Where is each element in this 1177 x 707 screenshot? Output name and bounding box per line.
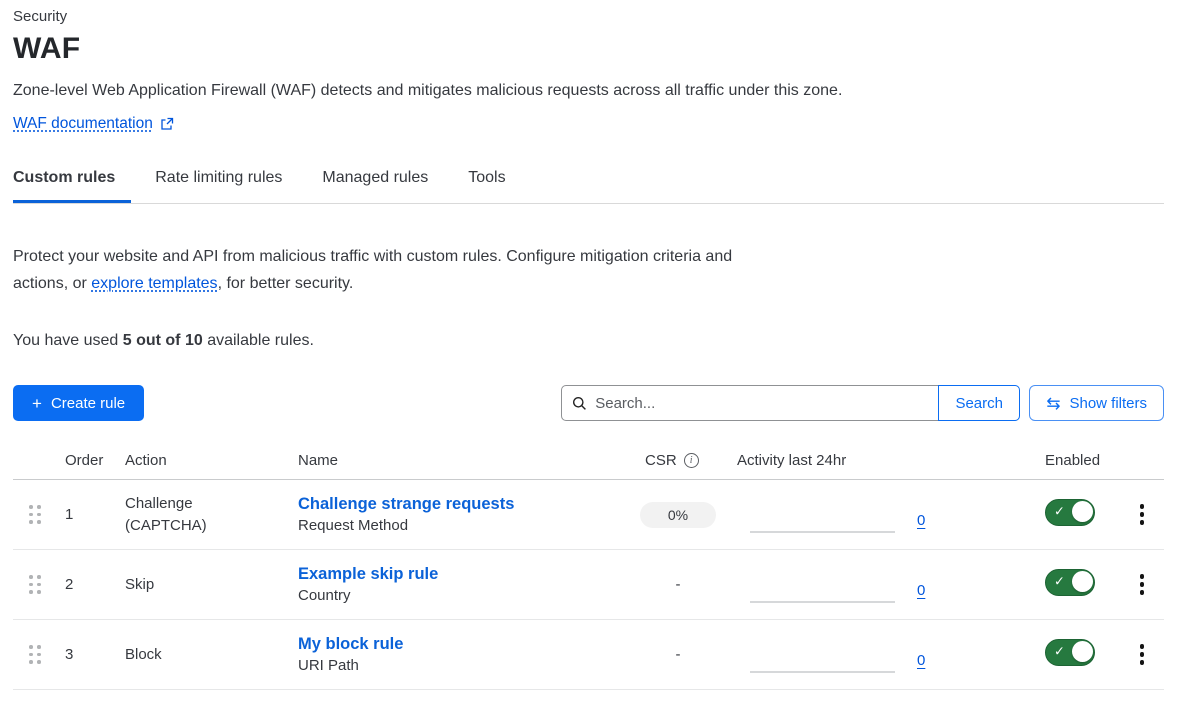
check-icon: ✓ xyxy=(1054,574,1065,590)
rule-activity-cell: 0 xyxy=(737,480,1045,549)
rules-toolbar: + Create rule Search ⇆ Show filt xyxy=(13,385,1164,421)
rule-activity-cell: 0 xyxy=(737,620,1045,689)
activity-sparkline xyxy=(750,601,895,603)
table-row: 1 Challenge (CAPTCHA) Challenge strange … xyxy=(13,480,1164,550)
table-row: 3 Block My block rule URI Path - 0 ✓ xyxy=(13,620,1164,690)
rule-enabled-cell: ✓ xyxy=(1045,639,1120,671)
enabled-toggle[interactable]: ✓ xyxy=(1045,499,1095,526)
enabled-toggle[interactable]: ✓ xyxy=(1045,569,1095,596)
explore-templates-link[interactable]: explore templates xyxy=(91,275,217,292)
table-header-row: Order Action Name CSR i Activity last 24… xyxy=(13,445,1164,480)
rule-enabled-cell: ✓ xyxy=(1045,499,1120,531)
kebab-menu-icon[interactable] xyxy=(1134,570,1151,599)
rule-order: 2 xyxy=(57,576,125,593)
rule-action: Block xyxy=(125,644,298,666)
csr-value: - xyxy=(640,646,716,663)
drag-handle-icon[interactable] xyxy=(29,505,43,524)
rule-enabled-cell: ✓ xyxy=(1045,569,1120,601)
waf-documentation-link[interactable]: WAF documentation xyxy=(13,115,153,133)
rule-csr-cell: 0% xyxy=(630,502,737,528)
check-icon: ✓ xyxy=(1054,504,1065,520)
toggle-knob xyxy=(1072,501,1093,522)
custom-rules-table: Order Action Name CSR i Activity last 24… xyxy=(13,445,1164,690)
rule-name-link[interactable]: My block rule xyxy=(298,635,630,654)
intro-text-after: , for better security. xyxy=(218,275,354,292)
kebab-menu-icon[interactable] xyxy=(1134,500,1151,529)
activity-count-link[interactable]: 0 xyxy=(917,582,925,599)
filters-icon: ⇆ xyxy=(1046,395,1060,412)
usage-prefix: You have used xyxy=(13,332,123,349)
toggle-knob xyxy=(1072,641,1093,662)
header-menu-spacer xyxy=(1120,460,1164,464)
activity-sparkline xyxy=(750,531,895,533)
create-rule-button[interactable]: + Create rule xyxy=(13,385,144,421)
enabled-toggle[interactable]: ✓ xyxy=(1045,639,1095,666)
rule-action: Challenge (CAPTCHA) xyxy=(125,493,298,537)
rule-name-cell: Challenge strange requests Request Metho… xyxy=(298,495,630,534)
rule-name-cell: My block rule URI Path xyxy=(298,635,630,674)
waf-tabs: Custom rules Rate limiting rules Managed… xyxy=(13,161,1164,204)
plus-icon: + xyxy=(32,395,42,412)
show-filters-button[interactable]: ⇆ Show filters xyxy=(1029,385,1164,421)
custom-rules-intro: Protect your website and API from malici… xyxy=(13,243,758,297)
header-activity: Activity last 24hr xyxy=(737,452,1045,473)
usage-count: 5 out of 10 xyxy=(123,332,203,349)
tab-tools[interactable]: Tools xyxy=(468,161,521,203)
header-csr: CSR i xyxy=(630,452,737,473)
rule-order: 1 xyxy=(57,506,125,523)
rule-name-cell: Example skip rule Country xyxy=(298,565,630,604)
external-link-icon xyxy=(160,117,174,131)
info-icon[interactable]: i xyxy=(684,453,699,468)
drag-handle-icon[interactable] xyxy=(29,575,43,594)
rule-field: Request Method xyxy=(298,517,630,534)
header-action: Action xyxy=(125,452,298,473)
waf-page: Security WAF Zone-level Web Application … xyxy=(0,0,1177,690)
kebab-menu-icon[interactable] xyxy=(1134,640,1151,669)
rule-order: 3 xyxy=(57,646,125,663)
show-filters-label: Show filters xyxy=(1069,395,1147,412)
page-title: WAF xyxy=(13,32,1164,66)
tab-custom-rules[interactable]: Custom rules xyxy=(13,161,131,203)
table-row: 2 Skip Example skip rule Country - 0 ✓ xyxy=(13,550,1164,620)
activity-count-link[interactable]: 0 xyxy=(917,512,925,529)
rules-usage: You have used 5 out of 10 available rule… xyxy=(13,332,1164,350)
header-name: Name xyxy=(298,452,630,473)
header-csr-label: CSR xyxy=(645,452,677,469)
rule-activity-cell: 0 xyxy=(737,550,1045,619)
tab-managed-rules[interactable]: Managed rules xyxy=(322,161,444,203)
rule-name-link[interactable]: Challenge strange requests xyxy=(298,495,630,514)
usage-suffix: available rules. xyxy=(203,332,314,349)
activity-sparkline xyxy=(750,671,895,673)
breadcrumb: Security xyxy=(13,8,1164,25)
header-order: Order xyxy=(57,452,125,473)
rule-field: Country xyxy=(298,587,630,604)
drag-handle-icon[interactable] xyxy=(29,645,43,664)
rule-csr-cell: - xyxy=(630,576,737,594)
create-rule-label: Create rule xyxy=(51,395,125,412)
csr-value: - xyxy=(640,576,716,593)
search-button[interactable]: Search xyxy=(938,385,1020,421)
tab-rate-limiting-rules[interactable]: Rate limiting rules xyxy=(155,161,298,203)
rule-name-link[interactable]: Example skip rule xyxy=(298,565,630,584)
check-icon: ✓ xyxy=(1054,644,1065,660)
csr-badge: 0% xyxy=(640,502,716,528)
search-icon xyxy=(572,396,587,411)
rule-action: Skip xyxy=(125,574,298,596)
activity-count-link[interactable]: 0 xyxy=(917,652,925,669)
header-drag-spacer xyxy=(13,460,57,464)
search-input[interactable] xyxy=(595,395,928,412)
rule-field: URI Path xyxy=(298,657,630,674)
page-description: Zone-level Web Application Firewall (WAF… xyxy=(13,82,1164,100)
search-box xyxy=(561,385,939,421)
toggle-knob xyxy=(1072,571,1093,592)
header-enabled: Enabled xyxy=(1045,452,1120,473)
rule-csr-cell: - xyxy=(630,646,737,664)
